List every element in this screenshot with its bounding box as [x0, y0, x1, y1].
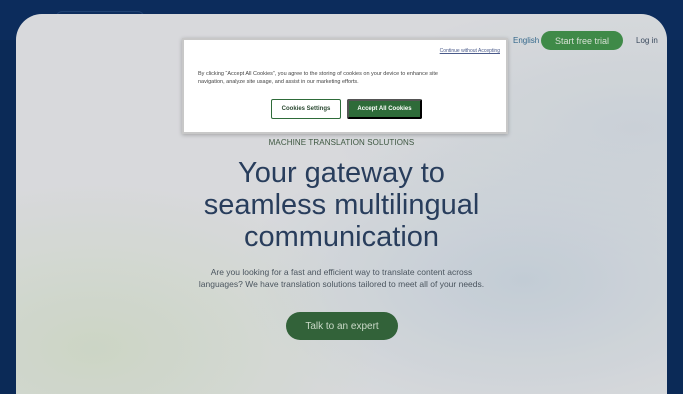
cookie-text-line-1: By clicking “Accept All Cookies”, you ag…: [198, 71, 438, 77]
subtext-line-2: languages? We have translation solutions…: [198, 279, 485, 289]
talk-to-expert-button[interactable]: Talk to an expert: [286, 312, 398, 340]
hero-headline: Your gateway to seamless multilingual co…: [16, 157, 667, 253]
cookie-consent-text: By clicking “Accept All Cookies”, you ag…: [198, 70, 498, 86]
start-free-trial-button[interactable]: Start free trial: [541, 31, 623, 50]
hero-eyebrow: MACHINE TRANSLATION SOLUTIONS: [268, 138, 415, 147]
cookie-consent-dialog: Continue without Accepting By clicking “…: [182, 38, 508, 134]
hero-subtext: Are you looking for a fast and efficient…: [16, 266, 667, 290]
login-link[interactable]: Log in: [636, 36, 658, 45]
cookie-text-line-2: navigation, analyze site usage, and assi…: [198, 79, 359, 85]
headline-line-1: Your gateway to: [238, 157, 445, 189]
headline-line-2: seamless multilingual: [203, 189, 480, 221]
language-selector[interactable]: English: [513, 36, 539, 45]
subtext-line-1: Are you looking for a fast and efficient…: [210, 267, 473, 277]
accept-all-cookies-button[interactable]: Accept All Cookies: [347, 99, 422, 119]
headline-line-3: communication: [243, 221, 440, 253]
cookies-settings-button[interactable]: Cookies Settings: [271, 99, 341, 119]
continue-without-accepting-link[interactable]: Continue without Accepting: [440, 48, 500, 54]
